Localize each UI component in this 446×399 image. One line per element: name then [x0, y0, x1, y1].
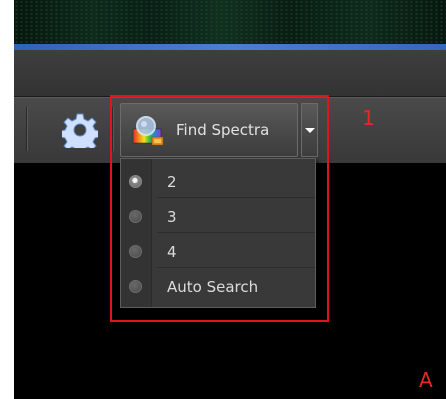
find-spectra-icon: [132, 116, 164, 146]
menu-item-label: Auto Search: [167, 278, 259, 296]
menu-bar: [14, 50, 446, 97]
menu-item-3[interactable]: 3: [121, 201, 315, 234]
menu-item-label: 3: [167, 208, 177, 226]
annotation-callout-a: A: [419, 368, 433, 392]
title-bar-texture: [14, 0, 446, 46]
gear-icon[interactable]: [62, 112, 98, 148]
radio-selected-icon: [129, 175, 142, 188]
title-bar: [14, 0, 446, 46]
annotation-callout-1: 1: [362, 106, 375, 130]
find-spectra-button[interactable]: Find Spectra: [120, 103, 298, 157]
find-spectra-label: Find Spectra: [176, 121, 270, 139]
radio-icon: [129, 280, 142, 293]
menu-item-auto-search[interactable]: Auto Search: [121, 271, 315, 304]
toolbar-separator: [26, 107, 27, 151]
menu-divider: [157, 267, 315, 268]
menu-item-label: 4: [167, 243, 177, 261]
menu-divider: [157, 197, 315, 198]
radio-icon: [129, 245, 142, 258]
menu-divider: [157, 232, 315, 233]
menu-item-2[interactable]: 2: [121, 166, 315, 199]
find-spectra-dropdown-button[interactable]: [301, 103, 318, 157]
menu-item-label: 2: [167, 173, 177, 191]
find-spectra-dropdown-menu: 2 3 4 Auto Search: [120, 158, 316, 308]
toolbar-separator: [112, 107, 113, 151]
dropdown-arrow-icon: [305, 128, 315, 133]
app-window: Find Spectra 2 3 4 Auto Search 1 A: [14, 0, 446, 399]
radio-icon: [129, 210, 142, 223]
menu-item-4[interactable]: 4: [121, 236, 315, 269]
